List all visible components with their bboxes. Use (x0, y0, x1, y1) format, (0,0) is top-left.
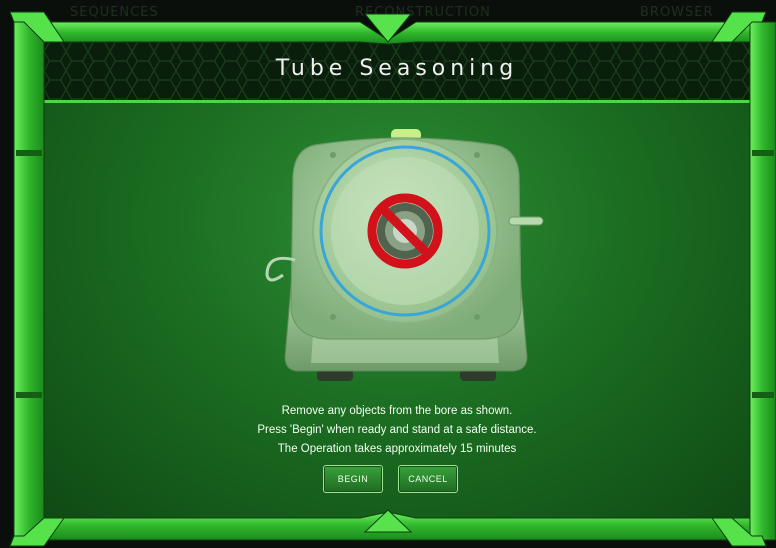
screen-frame (9, 11, 776, 547)
